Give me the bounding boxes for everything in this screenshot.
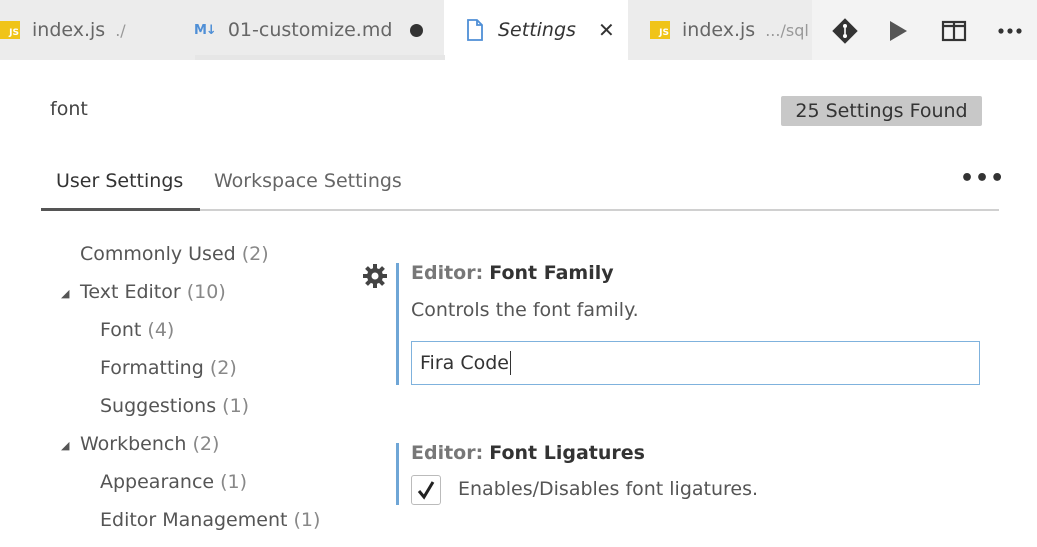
tab-label: Settings [498,19,576,41]
toc-item-appearance[interactable]: Appearance (1) [100,471,247,493]
focused-setting-indicator [396,263,399,385]
text-caret [509,351,511,375]
gear-icon[interactable] [362,263,388,293]
editor-tab-bar: JS index.js ./ M↓ 01-customize.md Settin… [0,0,1037,60]
toc-item-formatting[interactable]: Formatting (2) [100,357,237,379]
toc-item-suggestions[interactable]: Suggestions (1) [100,395,249,417]
more-icon[interactable]: ••• [960,166,1005,191]
tab-index-js-sql[interactable]: JS index.js .../sql [628,0,812,60]
setting-indicator [396,443,399,505]
search-input[interactable]: font [50,98,88,120]
checkbox-label: Enables/Disables font ligatures. [458,478,759,500]
unsaved-dot-icon[interactable] [410,23,424,37]
run-icon[interactable] [884,17,912,45]
tab-settings[interactable]: Settings ✕ [444,0,628,60]
markdown-file-icon: M↓ [194,22,217,38]
tab-description: .../sql [765,20,809,40]
checkmark-icon [417,481,435,500]
font-ligatures-checkbox[interactable] [411,475,441,505]
tab-description: ./ [115,20,126,40]
js-file-icon: JS [0,21,20,39]
setting-title-font-ligatures: Editor: Font Ligatures [411,442,645,464]
split-editor-icon[interactable] [940,17,968,45]
close-icon[interactable]: ✕ [598,18,615,42]
editor-actions [812,0,1037,60]
toc-item-font[interactable]: Font (4) [100,319,174,341]
more-actions-icon[interactable] [996,17,1024,45]
tab-label: index.js [682,19,756,41]
toc-item-editor-management[interactable]: Editor Management (1) [100,509,320,531]
js-file-icon: JS [650,21,670,39]
expanded-arrow-icon[interactable]: ◢ [61,439,69,452]
setting-description: Controls the font family. [411,299,639,321]
tab-label: index.js [32,19,106,41]
expanded-arrow-icon[interactable]: ◢ [61,287,69,300]
tab-index-js[interactable]: JS index.js ./ [0,0,172,60]
tab-workspace-settings[interactable]: Workspace Settings [214,170,402,192]
tab-hover-underline [195,55,445,60]
document-icon [466,19,484,41]
git-compare-icon[interactable] [831,17,859,45]
toc-item-text-editor[interactable]: Text Editor (10) [80,281,226,303]
tab-label: 01-customize.md [227,19,393,41]
active-tab-indicator [41,208,200,211]
tab-user-settings[interactable]: User Settings [56,170,183,192]
toc-item-commonly-used[interactable]: Commonly Used (2) [80,243,269,265]
setting-title-font-family: Editor: Font Family [411,262,614,284]
tab-customize-md[interactable]: M↓ 01-customize.md [172,0,444,60]
results-count-badge: 25 Settings Found [781,96,982,126]
font-family-input[interactable]: Fira Code [411,341,980,385]
toc-item-workbench[interactable]: Workbench (2) [80,433,219,455]
